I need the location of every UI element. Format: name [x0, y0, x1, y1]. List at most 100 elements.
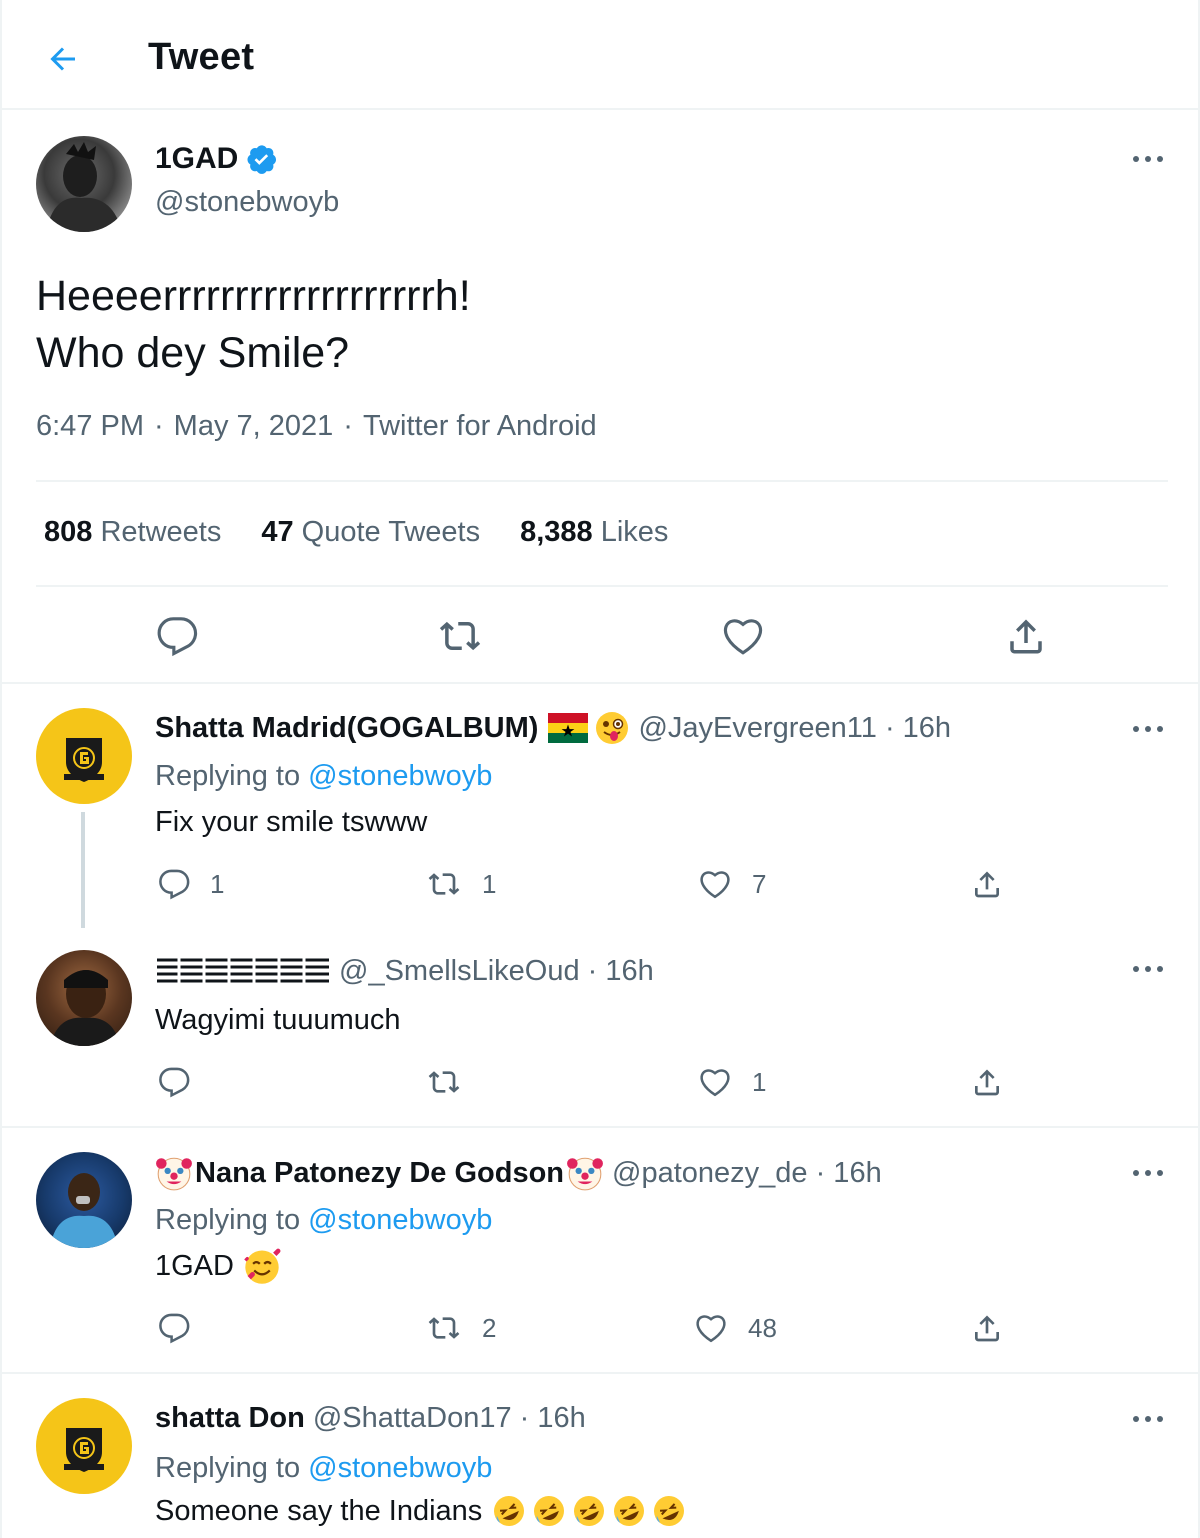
verified-badge-icon [246, 143, 278, 175]
avatar[interactable] [36, 708, 132, 804]
heart-icon [700, 1069, 730, 1097]
reply-author-name[interactable]: Nana Patonezy De Godson [195, 1157, 564, 1190]
heart-icon [696, 1315, 726, 1343]
clown-face-emoji-icon [566, 1154, 604, 1192]
tweet-date[interactable]: May 7, 2021 [174, 410, 334, 443]
tweet-stats: 808 Retweets 47 Quote Tweets 8,388 Likes [44, 516, 668, 549]
reply-button[interactable] [147, 610, 207, 662]
retweet-count: 1 [482, 868, 497, 899]
main-tweet: 1GAD @stonebwoyb Heeeerrrrrrrrrrrrrrrrrr… [2, 110, 1198, 684]
avatar[interactable] [36, 1152, 132, 1248]
reply-tweet[interactable]: shatta Don @ShattaDon17 · 16h Replying t… [2, 1374, 1198, 1538]
reply-text: Wagyimi tuuumuch [155, 1004, 401, 1036]
reply-name-row: Nana Patonezy De Godson @patonezy_de · 1… [155, 1154, 882, 1192]
more-options-button[interactable] [1128, 714, 1168, 744]
like-button[interactable] [713, 610, 773, 662]
reply-text-row: 1GAD [155, 1246, 282, 1286]
more-icon [1133, 1170, 1163, 1176]
like-button[interactable]: 48 [694, 1312, 777, 1344]
reply-text: 1GAD [155, 1249, 234, 1282]
tweet-text-line: Who dey Smile? [36, 329, 350, 377]
avatar[interactable] [36, 136, 132, 232]
retweet-button[interactable]: 1 [426, 868, 496, 900]
reply-button[interactable]: 1 [158, 868, 224, 900]
replying-to: Replying to @stonebwoyb [155, 1204, 493, 1236]
retweet-button[interactable] [426, 1066, 492, 1098]
reply-tweet[interactable]: @_SmellsLikeOud · 16h Wagyimi tuuumuch 1 [2, 924, 1198, 1126]
reply-author-name[interactable]: Shatta Madrid(GOGALBUM) [155, 712, 538, 745]
replying-to-link[interactable]: @stonebwoyb [308, 1204, 492, 1236]
share-icon [975, 871, 999, 898]
reply-text: Someone say the Indians [155, 1494, 483, 1527]
replying-to-link[interactable]: @stonebwoyb [308, 760, 492, 792]
retweet-icon [428, 1317, 460, 1339]
tweet-meta: 6:47 PM · May 7, 2021 · Twitter for Andr… [36, 410, 597, 443]
more-options-button[interactable] [1128, 954, 1168, 984]
more-options-button[interactable] [1128, 1404, 1168, 1434]
share-icon [975, 1069, 999, 1096]
reply-author-name[interactable]: shatta Don [155, 1402, 305, 1435]
reply-tweet[interactable]: Nana Patonezy De Godson @patonezy_de · 1… [2, 1128, 1198, 1372]
reply-handle[interactable]: @patonezy_de · 16h [612, 1157, 882, 1190]
reply-name-row: Shatta Madrid(GOGALBUM) @JayEvergreen11 … [155, 710, 951, 746]
ghana-flag-icon [548, 713, 589, 743]
share-button[interactable] [970, 868, 1004, 900]
more-options-button[interactable] [1128, 1158, 1168, 1188]
retweet-button[interactable]: 2 [426, 1312, 496, 1344]
reply-icon [159, 869, 190, 900]
display-name-glyphs-icon[interactable] [155, 954, 331, 988]
replying-to: Replying to @stonebwoyb [155, 1452, 493, 1484]
share-button[interactable] [970, 1312, 1004, 1344]
meta-separator: · [343, 410, 353, 442]
share-icon [1010, 619, 1042, 654]
author-name[interactable]: 1GAD [155, 142, 238, 176]
tweet-time[interactable]: 6:47 PM [36, 410, 144, 443]
reply-text: Fix your smile tswww [155, 806, 428, 838]
replying-to-link[interactable]: @stonebwoyb [308, 1452, 492, 1484]
more-icon [1133, 726, 1163, 732]
reply-text-row: Someone say the Indians [155, 1492, 690, 1530]
avatar[interactable] [36, 1398, 132, 1494]
retweet-button[interactable] [430, 610, 490, 662]
avatar[interactable] [36, 950, 132, 1046]
like-button[interactable]: 7 [698, 868, 766, 900]
like-button[interactable]: 1 [698, 1066, 766, 1098]
crest-logo-icon [64, 1428, 104, 1472]
like-count: 1 [752, 1066, 767, 1097]
heart-icon [723, 619, 763, 655]
rolling-on-floor-laughing-emoji-icon [490, 1492, 690, 1530]
reply-handle[interactable]: @_SmellsLikeOud · 16h [339, 955, 654, 988]
quote-tweets-stat[interactable]: 47 Quote Tweets [261, 516, 480, 549]
reply-icon [159, 1067, 190, 1098]
tweet-text: Heeeerrrrrrrrrrrrrrrrrrrh! Who dey Smile… [36, 268, 471, 382]
reply-name-row: shatta Don @ShattaDon17 · 16h [155, 1402, 586, 1435]
author-name-row: 1GAD [155, 142, 278, 176]
retweets-stat[interactable]: 808 Retweets [44, 516, 221, 549]
winking-tongue-emoji-icon [594, 710, 630, 746]
author-handle[interactable]: @stonebwoyb [155, 186, 339, 219]
more-icon [1133, 966, 1163, 972]
reply-handle[interactable]: @JayEvergreen11 · 16h [638, 712, 951, 745]
share-button[interactable] [996, 610, 1056, 662]
clown-face-emoji-icon [155, 1154, 193, 1192]
tweet-page: Tweet 1GAD @stonebwoyb Heeeerrrrrrrrrrrr… [0, 0, 1200, 1538]
more-icon [1133, 156, 1163, 162]
reply-icon [159, 1313, 190, 1344]
replying-to: Replying to @stonebwoyb [155, 760, 493, 792]
reply-icon [157, 617, 198, 657]
reply-tweet[interactable]: Shatta Madrid(GOGALBUM) @JayEvergreen11 … [2, 684, 1198, 928]
reply-handle[interactable]: @ShattaDon17 · 16h [313, 1402, 586, 1435]
arrow-left-icon [50, 47, 75, 71]
reply-button[interactable] [158, 1066, 220, 1098]
page-header: Tweet [2, 0, 1198, 110]
tweet-source[interactable]: Twitter for Android [363, 410, 597, 443]
reply-button[interactable] [158, 1312, 220, 1344]
share-button[interactable] [970, 1066, 1004, 1098]
page-title: Tweet [148, 36, 255, 78]
likes-stat[interactable]: 8,388 Likes [520, 516, 668, 549]
more-options-button[interactable] [1128, 144, 1168, 174]
back-button[interactable] [32, 28, 94, 90]
retweet-icon [439, 621, 481, 651]
crest-logo-icon [64, 738, 104, 782]
smiling-face-with-hearts-emoji-icon [242, 1246, 282, 1286]
